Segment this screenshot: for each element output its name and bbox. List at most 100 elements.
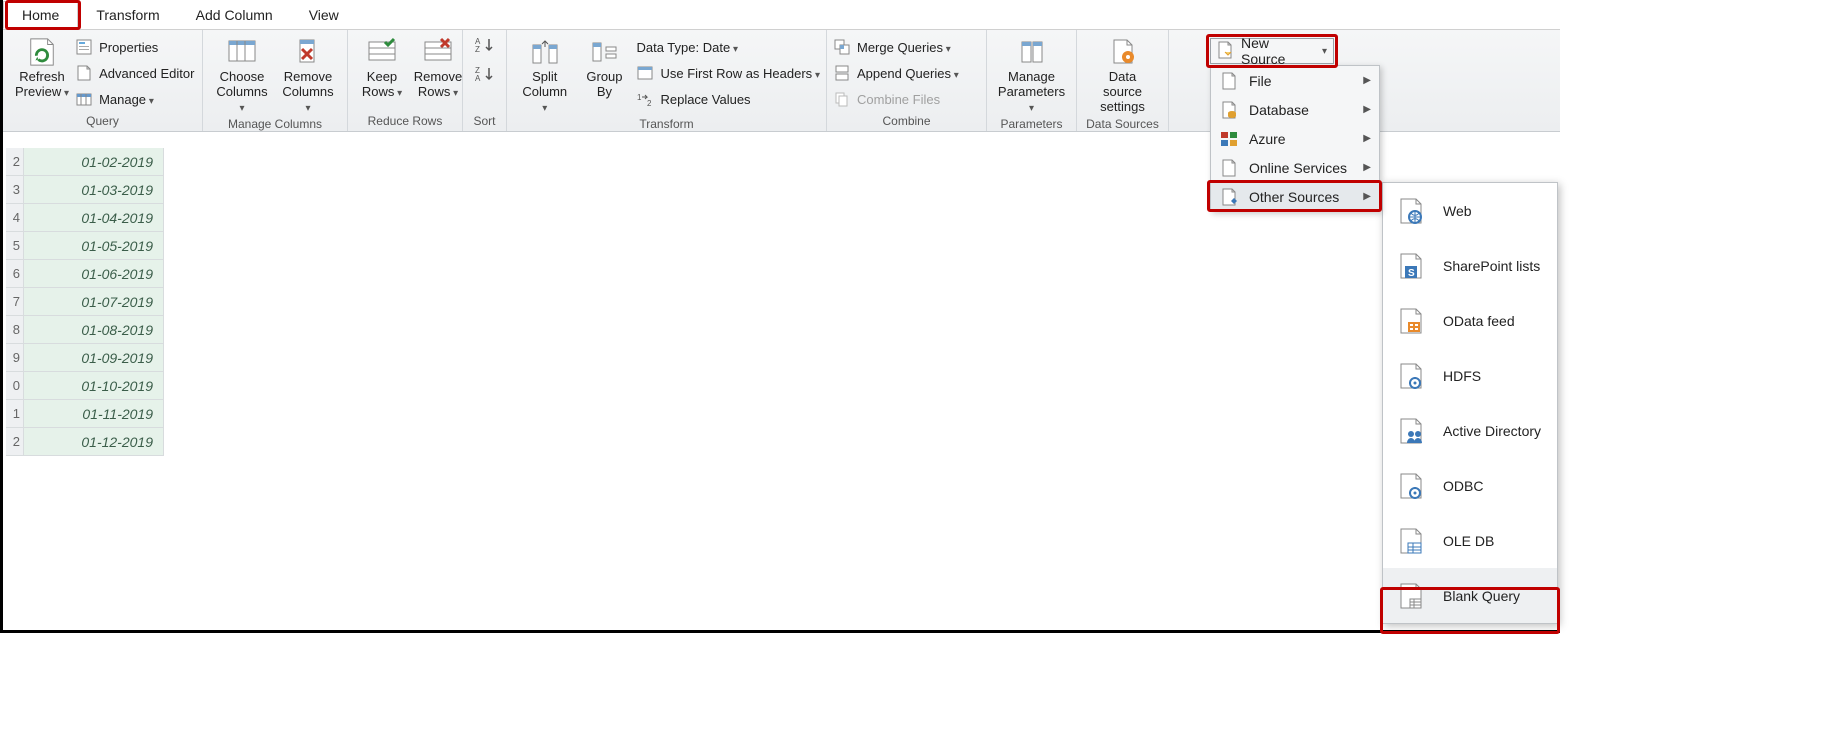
submenu-hdfs[interactable]: HDFS — [1383, 348, 1557, 403]
properties-button[interactable]: Properties — [75, 36, 194, 58]
tab-home[interactable]: Home — [3, 1, 78, 29]
cell-date: 01-03-2019 — [24, 176, 164, 203]
group-label-reduce-rows: Reduce Rows — [348, 112, 462, 131]
refresh-preview-button[interactable]: Refresh Preview — [9, 34, 75, 100]
group-by-button[interactable]: Group By — [576, 34, 632, 100]
database-icon — [1219, 100, 1239, 120]
row-number: 6 — [6, 260, 24, 287]
submenu-sharepoint[interactable]: SSharePoint lists — [1383, 238, 1557, 293]
svg-text:Z: Z — [475, 45, 480, 54]
table-row[interactable]: 001-10-2019 — [6, 372, 164, 400]
keep-rows-icon — [366, 36, 398, 68]
submenu-oledb[interactable]: OLE DB — [1383, 513, 1557, 568]
tab-add-column[interactable]: Add Column — [178, 2, 291, 28]
odbc-icon — [1397, 472, 1425, 500]
table-row[interactable]: 301-03-2019 — [6, 176, 164, 204]
svg-text:S: S — [1408, 268, 1415, 279]
parameters-icon — [1016, 36, 1048, 68]
oledb-icon — [1397, 527, 1425, 555]
row-number: 1 — [6, 400, 24, 427]
advanced-editor-button[interactable]: Advanced Editor — [75, 62, 194, 84]
menu-other-sources[interactable]: Other Sources▶ — [1211, 182, 1379, 211]
group-label-data-sources: Data Sources — [1077, 115, 1168, 134]
other-sources-submenu: Web SSharePoint lists OData feed HDFS Ac… — [1382, 182, 1558, 624]
table-row[interactable]: 801-08-2019 — [6, 316, 164, 344]
manage-button[interactable]: Manage — [75, 88, 194, 110]
submenu-web[interactable]: Web — [1383, 183, 1557, 238]
group-label-sort: Sort — [463, 112, 506, 131]
sort-desc-button[interactable]: ZA — [475, 65, 495, 88]
tab-view[interactable]: View — [291, 2, 357, 28]
data-type-button[interactable]: Data Type: Date — [636, 36, 820, 58]
sort-asc-button[interactable]: AZ — [475, 36, 495, 59]
cell-date: 01-09-2019 — [24, 344, 164, 371]
first-row-headers-icon — [636, 64, 654, 82]
table-row[interactable]: 201-12-2019 — [6, 428, 164, 456]
table-row[interactable]: 701-07-2019 — [6, 288, 164, 316]
append-icon — [833, 64, 851, 82]
menu-azure[interactable]: Azure▶ — [1211, 124, 1379, 153]
data-preview: 201-02-2019301-03-2019401-04-2019501-05-… — [6, 148, 164, 456]
cell-date: 01-12-2019 — [24, 428, 164, 455]
split-column-icon — [529, 36, 561, 68]
submenu-active-directory[interactable]: Active Directory — [1383, 403, 1557, 458]
sharepoint-icon: S — [1397, 252, 1425, 280]
data-source-settings-icon — [1107, 36, 1139, 68]
remove-columns-icon — [292, 36, 324, 68]
tab-transform[interactable]: Transform — [78, 2, 177, 28]
file-icon — [1219, 71, 1239, 91]
table-row[interactable]: 401-04-2019 — [6, 204, 164, 232]
odata-icon — [1397, 307, 1425, 335]
svg-text:A: A — [475, 74, 481, 83]
row-number: 3 — [6, 176, 24, 203]
table-row[interactable]: 901-09-2019 — [6, 344, 164, 372]
choose-columns-button[interactable]: Choose Columns — [209, 34, 275, 115]
group-label-query: Query — [3, 112, 202, 131]
menu-online-services[interactable]: Online Services▶ — [1211, 153, 1379, 182]
active-directory-icon — [1397, 417, 1425, 445]
cell-date: 01-05-2019 — [24, 232, 164, 259]
hdfs-icon — [1397, 362, 1425, 390]
keep-rows-button[interactable]: Keep Rows — [354, 34, 410, 100]
table-row[interactable]: 201-02-2019 — [6, 148, 164, 176]
group-label-parameters: Parameters — [987, 115, 1076, 134]
row-number: 9 — [6, 344, 24, 371]
table-row[interactable]: 501-05-2019 — [6, 232, 164, 260]
replace-values-icon: 12 — [636, 90, 654, 108]
row-number: 8 — [6, 316, 24, 343]
cell-date: 01-10-2019 — [24, 372, 164, 399]
new-source-icon — [1217, 41, 1233, 62]
row-number: 2 — [6, 428, 24, 455]
remove-rows-button[interactable]: Remove Rows — [410, 34, 466, 100]
append-queries-button[interactable]: Append Queries — [833, 62, 959, 84]
group-label-transform: Transform — [507, 115, 826, 134]
split-column-button[interactable]: Split Column — [513, 34, 576, 115]
new-source-button[interactable]: New Source — [1210, 38, 1334, 64]
other-sources-icon — [1219, 187, 1239, 207]
cell-date: 01-08-2019 — [24, 316, 164, 343]
submenu-odbc[interactable]: ODBC — [1383, 458, 1557, 513]
remove-columns-button[interactable]: Remove Columns — [275, 34, 341, 115]
choose-columns-icon — [226, 36, 258, 68]
cell-date: 01-02-2019 — [24, 148, 164, 175]
menu-file[interactable]: File▶ — [1211, 66, 1379, 95]
replace-values-button[interactable]: 12 Replace Values — [636, 88, 820, 110]
table-row[interactable]: 101-11-2019 — [6, 400, 164, 428]
ribbon-tabs: Home Transform Add Column View — [3, 0, 1560, 30]
data-source-settings-button[interactable]: Data source settings — [1083, 34, 1162, 115]
combine-files-button: Combine Files — [833, 88, 959, 110]
azure-icon — [1219, 129, 1239, 149]
use-first-row-button[interactable]: Use First Row as Headers — [636, 62, 820, 84]
svg-text:2: 2 — [647, 99, 652, 107]
row-number: 4 — [6, 204, 24, 231]
submenu-blank-query[interactable]: Blank Query — [1383, 568, 1557, 623]
table-row[interactable]: 601-06-2019 — [6, 260, 164, 288]
merge-queries-button[interactable]: Merge Queries — [833, 36, 959, 58]
row-number: 0 — [6, 372, 24, 399]
menu-database[interactable]: Database▶ — [1211, 95, 1379, 124]
row-number: 5 — [6, 232, 24, 259]
group-label-combine: Combine — [827, 112, 986, 131]
manage-parameters-button[interactable]: Manage Parameters — [993, 34, 1070, 115]
manage-icon — [75, 90, 93, 108]
submenu-odata[interactable]: OData feed — [1383, 293, 1557, 348]
